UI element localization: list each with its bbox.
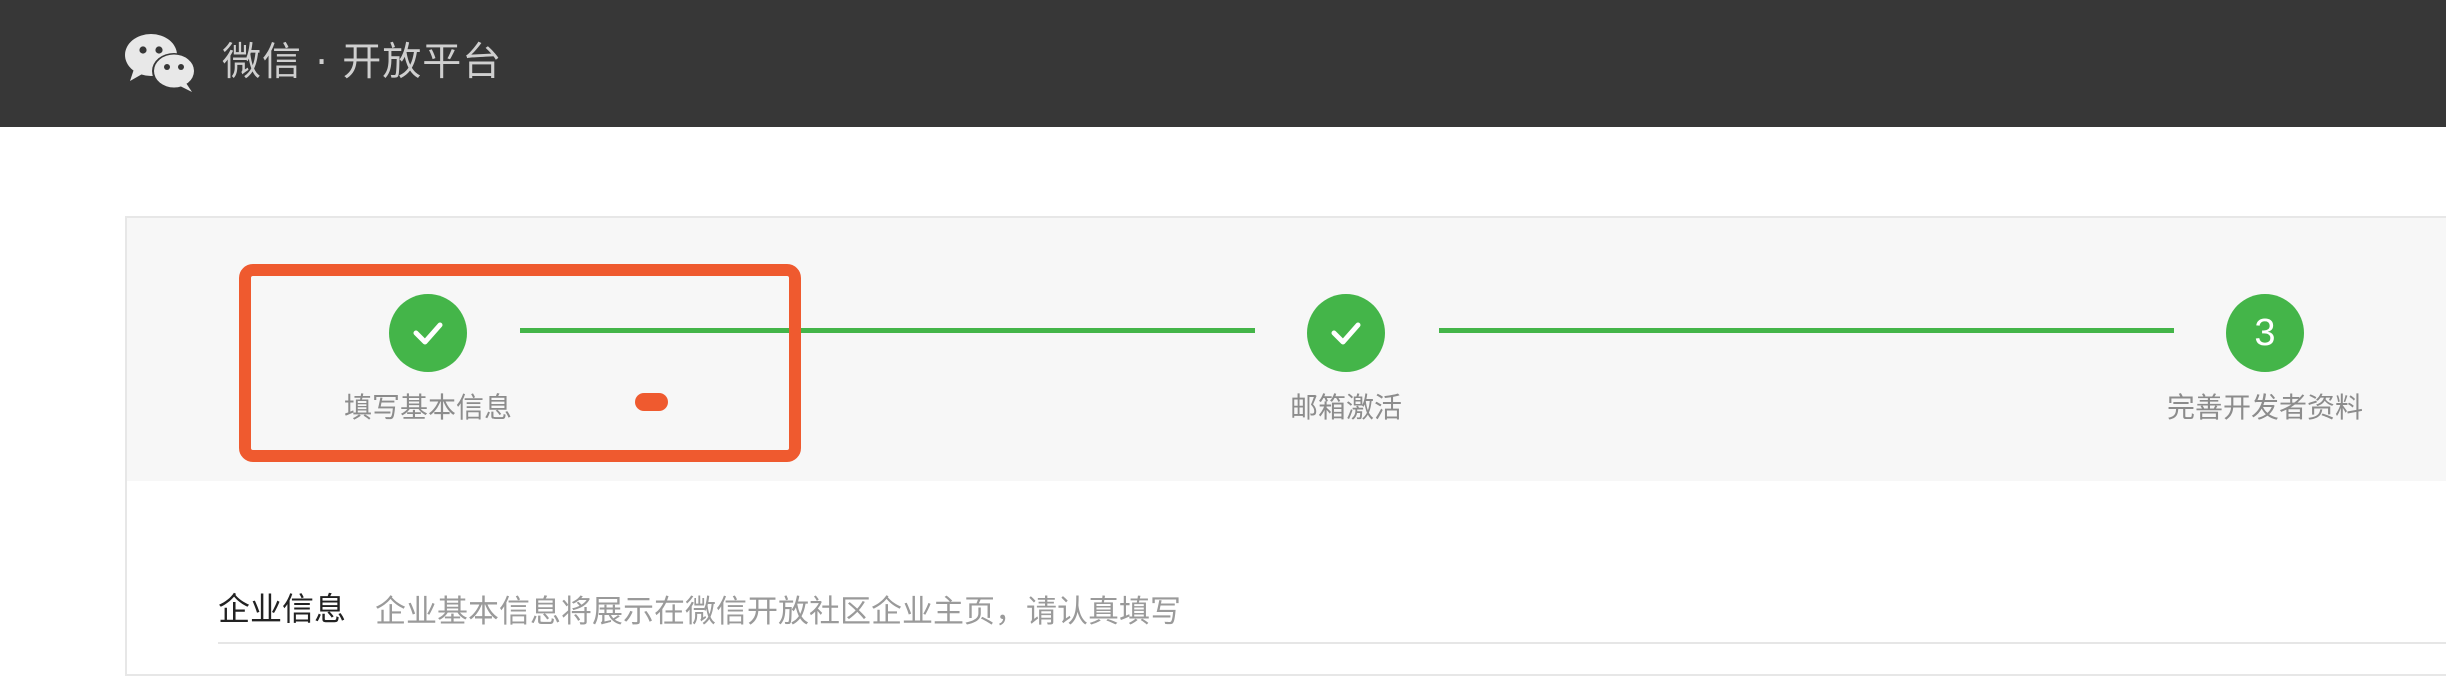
wechat-icon[interactable] xyxy=(124,31,197,93)
step-3-number: 3 xyxy=(2226,294,2304,372)
section-description: 企业基本信息将展示在微信开放社区企业主页，请认真填写 xyxy=(375,594,1181,630)
registration-panel: 填写基本信息 邮箱激活 3 完善开发者资料 企业信息 企业基本信息将展示在微信开… xyxy=(125,216,2446,676)
progress-steps: 填写基本信息 邮箱激活 3 完善开发者资料 xyxy=(127,218,2446,481)
highlight-marker xyxy=(635,393,668,411)
step-connector xyxy=(1439,328,2174,333)
section-title: 企业信息 xyxy=(218,590,347,628)
top-bar: 微信 · 开放平台 xyxy=(0,0,2446,127)
step-2-check-icon xyxy=(1307,294,1385,372)
brand-title[interactable]: 微信 · 开放平台 xyxy=(222,34,502,92)
step-2-label: 邮箱激活 xyxy=(1289,391,1402,424)
highlight-annotation xyxy=(239,264,801,462)
step-3-label: 完善开发者资料 xyxy=(2166,391,2363,424)
section-divider xyxy=(218,642,2446,644)
